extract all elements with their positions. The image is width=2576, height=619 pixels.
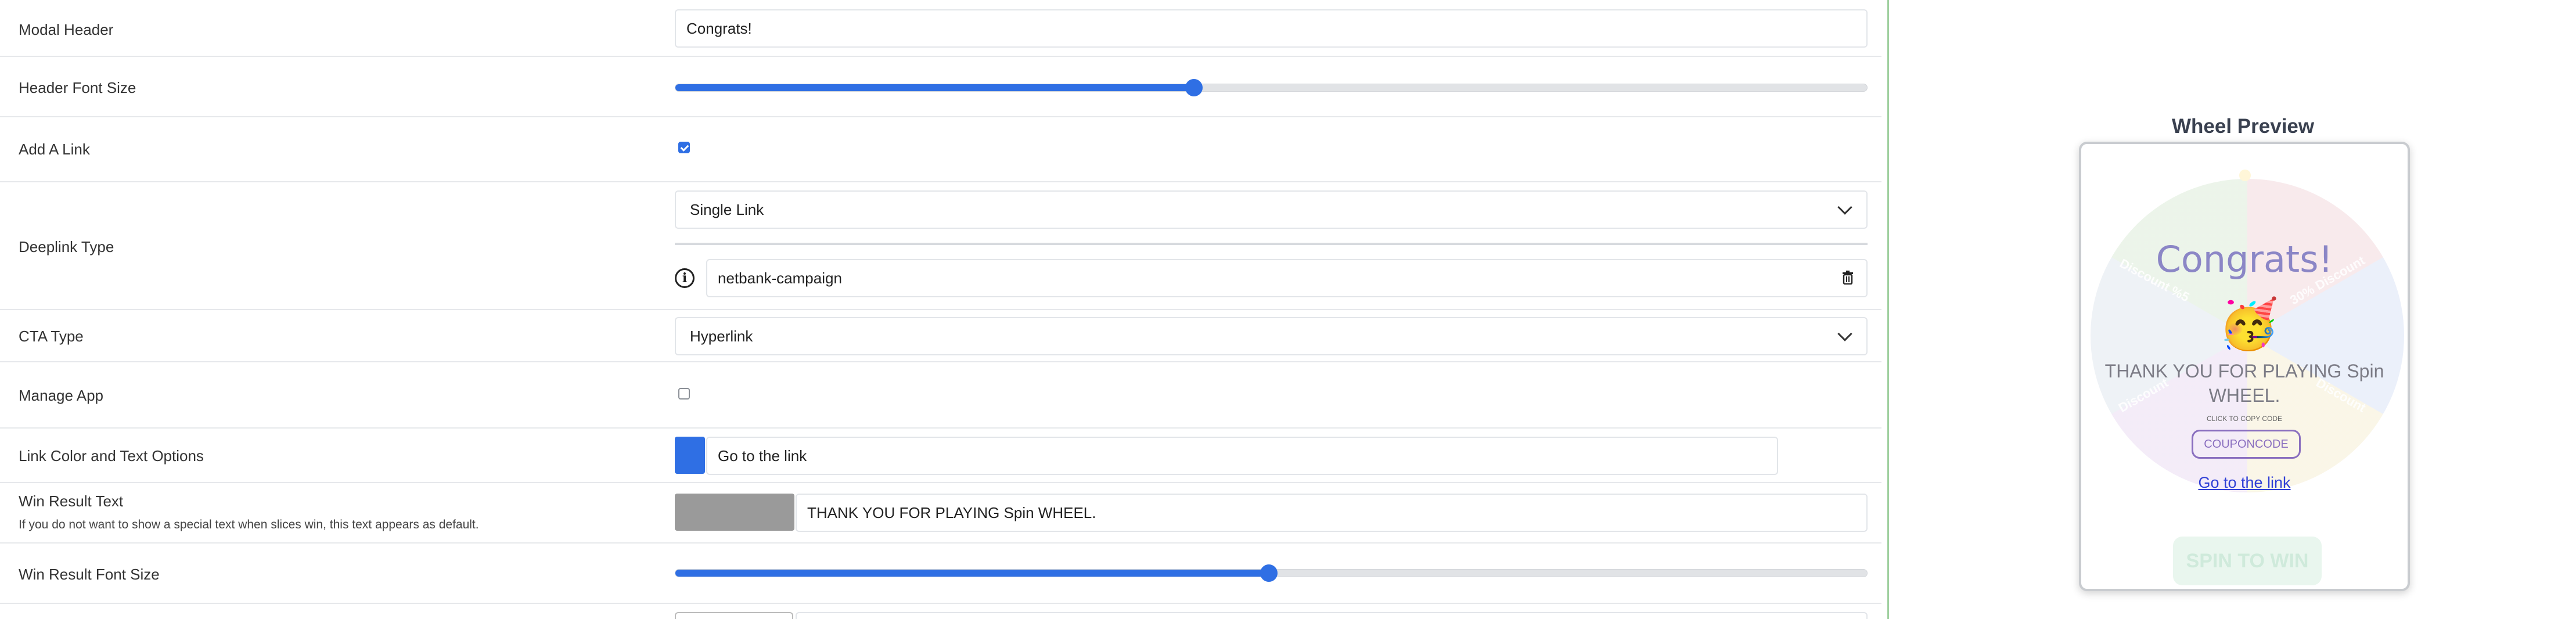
- spin-to-win-button[interactable]: SPIN TO WIN: [2173, 537, 2322, 585]
- deeplink-separator: [675, 243, 1868, 245]
- win-result-font-size-label: Win Result Font Size: [19, 566, 160, 583]
- add-link-checkbox[interactable]: [678, 142, 690, 153]
- slider-fill: [675, 84, 1194, 91]
- cta-type-select[interactable]: Hyperlink: [675, 317, 1868, 355]
- row-deeplink-type: Deeplink Type Single Link i netbank-camp…: [0, 182, 1881, 310]
- trash-icon[interactable]: [1842, 271, 1854, 285]
- row-win-result-font-size: Win Result Font Size: [0, 544, 1881, 604]
- row-modal-header: Modal Header Congrats!: [0, 0, 1881, 57]
- modal-header-label: Modal Header: [19, 21, 114, 38]
- party-face-icon: 🥳: [2218, 297, 2279, 351]
- next-row-partial-input: [796, 612, 1868, 619]
- preview-link[interactable]: Go to the link: [2081, 474, 2408, 492]
- cta-type-label: CTA Type: [19, 328, 84, 345]
- copy-code-hint: CLICK TO COPY CODE: [2206, 415, 2283, 423]
- slider-thumb[interactable]: [1185, 79, 1203, 96]
- wheel-preview-card: Discount %5 30% Discount Discount Discou…: [2079, 142, 2410, 591]
- deeplink-type-value: Single Link: [690, 200, 764, 218]
- win-result-font-size-slider[interactable]: [675, 564, 1868, 582]
- deeplink-value-input[interactable]: netbank-campaign: [706, 259, 1868, 297]
- manage-app-label: Manage App: [19, 387, 104, 404]
- next-row-partial: [675, 612, 793, 619]
- manage-app-checkbox[interactable]: [678, 388, 690, 400]
- link-text-input[interactable]: Go to the link: [706, 437, 1778, 475]
- chevron-down-icon: [1837, 326, 1852, 341]
- wheel-pointer: [2239, 170, 2251, 181]
- link-color-swatch[interactable]: [675, 437, 705, 474]
- row-win-result-text: Win Result Text If you do not want to sh…: [0, 483, 1881, 544]
- add-link-label: Add A Link: [19, 141, 90, 158]
- win-result-color-swatch[interactable]: [675, 494, 794, 531]
- preview-header: Congrats!: [2156, 238, 2333, 280]
- preview-win-message: THANK YOU FOR PLAYING Spin WHEEL.: [2104, 361, 2384, 406]
- slider-fill: [675, 570, 1269, 577]
- link-color-label: Link Color and Text Options: [19, 447, 204, 465]
- deeplink-type-label: Deeplink Type: [19, 238, 114, 255]
- chevron-down-icon: [1837, 200, 1852, 215]
- row-link-color: Link Color and Text Options Go to the li…: [0, 429, 1881, 483]
- row-add-link: Add A Link: [0, 117, 1881, 182]
- header-font-size-slider[interactable]: [675, 79, 1868, 96]
- row-cta-type: CTA Type Hyperlink: [0, 310, 1881, 362]
- preview-title: Wheel Preview: [2172, 115, 2315, 138]
- win-result-text-input[interactable]: THANK YOU FOR PLAYING Spin WHEEL.: [796, 494, 1868, 532]
- deeplink-type-select[interactable]: Single Link: [675, 190, 1868, 229]
- info-icon[interactable]: i: [675, 268, 695, 288]
- row-manage-app: Manage App: [0, 362, 1881, 429]
- win-result-text-hint: If you do not want to show a special tex…: [19, 518, 479, 531]
- cta-type-value: Hyperlink: [690, 327, 753, 345]
- modal-header-input[interactable]: Congrats!: [675, 9, 1868, 48]
- header-font-size-label: Header Font Size: [19, 79, 136, 96]
- settings-form: Modal Header Congrats! Header Font Size …: [0, 0, 1887, 619]
- win-result-text-label: Win Result Text: [19, 492, 124, 510]
- slider-thumb[interactable]: [1260, 564, 1278, 582]
- coupon-code-button[interactable]: COUPONCODE: [2192, 430, 2301, 459]
- row-header-font-size: Header Font Size: [0, 57, 1881, 117]
